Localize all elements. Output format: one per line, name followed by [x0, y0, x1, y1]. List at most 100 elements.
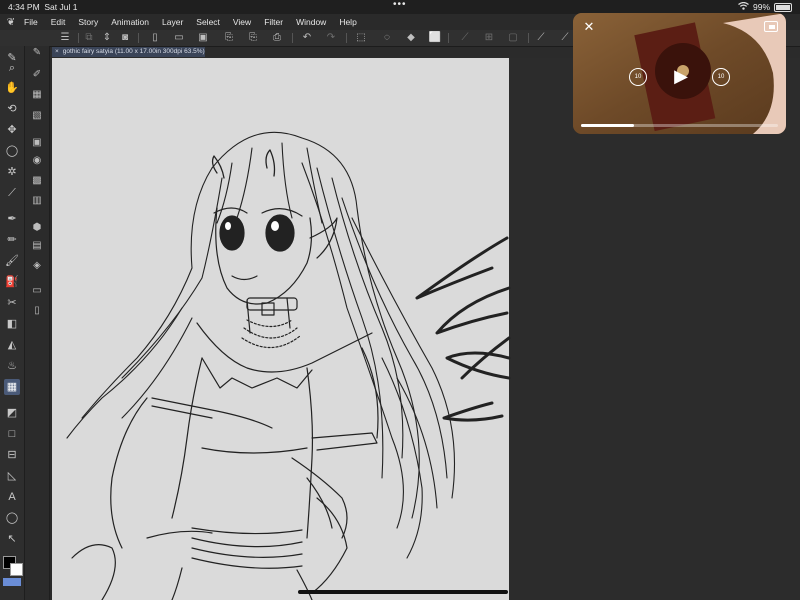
eraser-icon[interactable]: ◧	[4, 316, 20, 332]
separator	[346, 33, 347, 43]
separator	[292, 33, 293, 43]
eyedropper-icon[interactable]: ⟋	[4, 185, 20, 201]
intermediate-color-icon[interactable]: ▥	[29, 194, 45, 208]
fill-tool-icon[interactable]: ◭	[4, 337, 20, 353]
fill-icon[interactable]: ◆	[404, 32, 418, 44]
share-icon[interactable]: ⎙	[270, 32, 284, 44]
ruler-toggle-icon[interactable]: ▢	[506, 32, 520, 44]
redo-icon[interactable]: ↷	[324, 32, 338, 44]
airbrush-icon[interactable]: ⛽	[4, 274, 20, 290]
menu-view[interactable]: View	[231, 17, 251, 27]
correct-line-icon[interactable]: ↖	[4, 531, 20, 547]
close-icon[interactable]: ✕	[581, 19, 597, 35]
transparent-color-swatch[interactable]	[3, 578, 21, 586]
snap-icon[interactable]: ⟋	[534, 32, 548, 44]
clip-studio-icon[interactable]: ❦	[0, 17, 22, 28]
battery-icon	[774, 2, 792, 12]
menu-icon[interactable]: ☰	[58, 32, 72, 44]
color-wheel-icon[interactable]: ◉	[29, 154, 45, 168]
menu-layer[interactable]: Layer	[160, 17, 183, 27]
pen-subtool-icon[interactable]: ✎	[29, 46, 45, 60]
select-all-icon[interactable]: ⬚	[354, 32, 368, 44]
arms	[71, 347, 379, 600]
menu-story[interactable]: Story	[76, 17, 98, 27]
status-time: 4:34 PM Sat Jul 1	[8, 2, 78, 12]
timeline-icon[interactable]: ▭	[29, 284, 45, 298]
material-icon[interactable]: ▤	[29, 239, 45, 253]
transform-icon[interactable]: ⬜	[428, 32, 442, 44]
separator	[138, 33, 139, 43]
menu-animation[interactable]: Animation	[109, 17, 149, 27]
hair	[66, 131, 456, 559]
picture-in-picture-video[interactable]: ✕ 10 ▶ 10	[573, 13, 786, 134]
snap-special-icon[interactable]: ⟋	[558, 32, 572, 44]
gradient-icon[interactable]: ◩	[4, 405, 20, 421]
export-icon[interactable]: ⎘	[222, 32, 236, 44]
figure-icon[interactable]: □	[4, 426, 20, 442]
crop-icon[interactable]: ⟋	[458, 32, 472, 44]
ruler-icon[interactable]: ▦	[4, 379, 20, 395]
menu-select[interactable]: Select	[194, 17, 220, 27]
new-icon[interactable]: ▯	[148, 32, 162, 44]
ruler-tool-icon[interactable]: ◺	[4, 468, 20, 484]
menu-file[interactable]: File	[22, 17, 38, 27]
balloon-icon[interactable]: ◯	[4, 510, 20, 526]
brush-icon[interactable]: 🖌	[4, 253, 20, 269]
frame-icon[interactable]: ⊟	[4, 447, 20, 463]
rotate-icon[interactable]: ⟲	[4, 101, 20, 117]
rewind-10-icon[interactable]: 10	[629, 68, 647, 86]
fairy-wings	[415, 236, 511, 422]
sub-color-swatch[interactable]	[10, 563, 23, 576]
animation-cels-icon[interactable]: ▯	[29, 304, 45, 318]
menu-help[interactable]: Help	[337, 17, 356, 27]
close-tab-icon[interactable]: ×	[55, 48, 59, 55]
neck-choker	[241, 297, 301, 349]
layer-settings-icon[interactable]: ▦	[29, 88, 45, 102]
hand-icon[interactable]: ✋	[4, 80, 20, 96]
status-bar: 4:34 PM Sat Jul 1 ••• 99%	[0, 0, 800, 14]
export-all-icon[interactable]: ⎘	[246, 32, 260, 44]
sub-tool-palette: ✎ ✐ ▦ ▧ ▣ ◉ ▩ ▥ ⬢ ▤ ◈ ▭ ▯	[25, 46, 50, 600]
separator	[78, 33, 79, 43]
auto-select-icon[interactable]: ✲	[4, 164, 20, 180]
decoration-icon[interactable]: ✂	[4, 295, 20, 311]
separator	[528, 33, 529, 43]
return-to-app-icon[interactable]	[764, 21, 778, 32]
zoom-icon[interactable]: ⌕	[4, 60, 20, 76]
face	[213, 207, 338, 305]
3d-icon[interactable]: ⬢	[29, 221, 45, 235]
layer-property-icon[interactable]: ▧	[29, 109, 45, 123]
deselect-icon[interactable]: ◌	[380, 32, 394, 44]
menu-edit[interactable]: Edit	[49, 17, 66, 27]
forward-10-icon[interactable]: 10	[712, 68, 730, 86]
artwork-line-drawing	[66, 131, 511, 600]
layers-icon[interactable]: ◈	[29, 259, 45, 273]
multitasking-dots[interactable]: •••	[393, 0, 407, 10]
pencil-icon[interactable]: ✏	[4, 232, 20, 248]
copy-icon[interactable]: ⧉	[82, 32, 96, 44]
undo-icon[interactable]: ↶	[300, 32, 314, 44]
home-indicator[interactable]	[298, 590, 508, 594]
blend-icon[interactable]: ♨	[4, 358, 20, 374]
document-tab[interactable]: × gothic fairy satyia (11.00 x 17.00in 30…	[52, 47, 205, 57]
horns	[211, 149, 276, 179]
separator	[448, 33, 449, 43]
reorder-icon[interactable]: ⇕	[100, 32, 114, 44]
capture-icon[interactable]: ◙	[118, 32, 132, 44]
text-icon[interactable]: A	[4, 489, 20, 505]
play-icon[interactable]: ▶	[671, 66, 691, 87]
save-icon[interactable]: ▣	[196, 32, 210, 44]
document-title: gothic fairy satyia (11.00 x 17.00in 300…	[62, 48, 205, 55]
draw-subtool-icon[interactable]: ✐	[29, 68, 45, 82]
open-icon[interactable]: ▭	[172, 32, 186, 44]
lasso-icon[interactable]: ◯	[4, 143, 20, 159]
battery-percent: 99%	[752, 2, 770, 12]
move-icon[interactable]: ✥	[4, 122, 20, 138]
pen-icon[interactable]: ✒	[4, 211, 20, 227]
menu-filter[interactable]: Filter	[262, 17, 283, 27]
grid-icon[interactable]: ⊞	[482, 32, 496, 44]
video-progress-bar[interactable]	[581, 124, 778, 127]
color-set-icon[interactable]: ▩	[29, 174, 45, 188]
navigator-icon[interactable]: ▣	[29, 136, 45, 150]
menu-window[interactable]: Window	[294, 17, 326, 27]
